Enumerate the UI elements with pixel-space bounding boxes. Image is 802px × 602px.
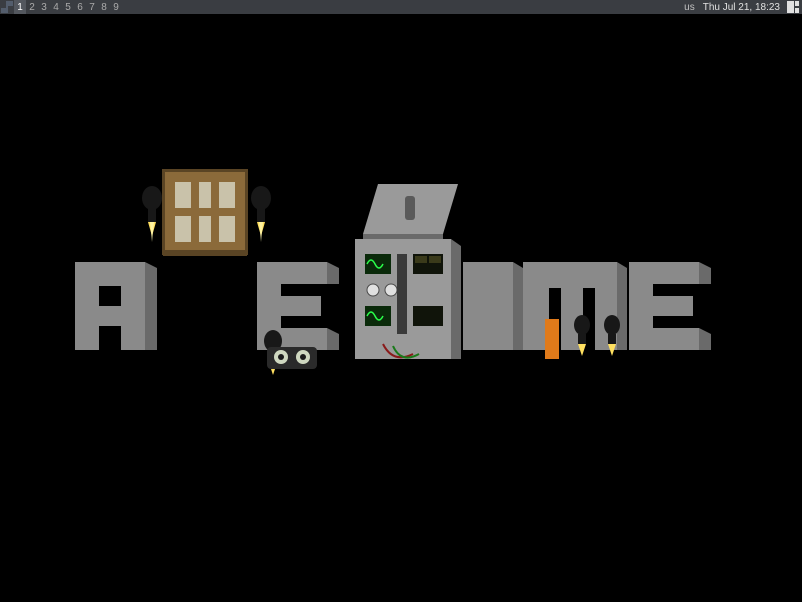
layout-tile-icon	[787, 1, 799, 13]
tag-1[interactable]: 1	[14, 0, 26, 14]
tag-5[interactable]: 5	[62, 0, 74, 14]
layout-indicator-button[interactable]	[786, 0, 800, 14]
awesome-menu-icon	[1, 1, 13, 13]
jet-small-m2-icon	[600, 314, 624, 360]
tag-4[interactable]: 4	[50, 0, 62, 14]
launcher-menu-button[interactable]	[0, 0, 14, 14]
logo-letter-a	[75, 262, 157, 350]
wibar-panel: 1 2 3 4 5 6 7 8 9 us Thu Jul 21, 18:23	[0, 0, 802, 14]
tag-6[interactable]: 6	[74, 0, 86, 14]
logo-letter-e-2	[629, 262, 711, 350]
clock-widget[interactable]: Thu Jul 21, 18:23	[701, 2, 782, 13]
logo-letter-o	[463, 262, 523, 350]
tag-8[interactable]: 8	[98, 0, 110, 14]
tag-9[interactable]: 9	[110, 0, 122, 14]
taglist: 1 2 3 4 5 6 7 8 9	[14, 0, 122, 14]
orange-accent	[545, 319, 559, 359]
awesome-logo-illustration	[75, 164, 725, 384]
logo-letter-s-machine	[343, 184, 463, 364]
jet-small-m1-icon	[570, 314, 594, 360]
robot-eyes-icon	[267, 339, 317, 369]
desktop-wallpaper	[0, 14, 802, 602]
logo-letter-w-crate	[155, 164, 255, 274]
tag-7[interactable]: 7	[86, 0, 98, 14]
right-widget-group: us Thu Jul 21, 18:23	[682, 0, 802, 14]
keyboard-layout-indicator[interactable]: us	[682, 2, 697, 13]
tag-2[interactable]: 2	[26, 0, 38, 14]
tag-3[interactable]: 3	[38, 0, 50, 14]
